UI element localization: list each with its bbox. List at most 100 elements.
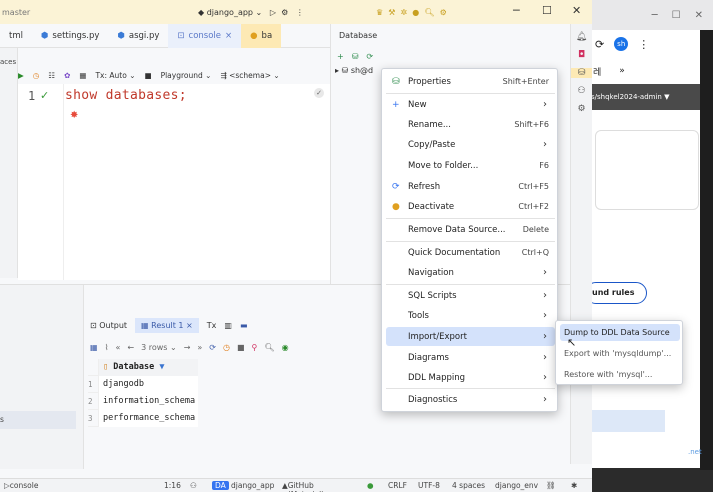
- menu-item-copy-paste[interactable]: Copy/Paste ›: [386, 135, 555, 154]
- services-icon[interactable]: ⚙: [571, 104, 592, 114]
- encoding[interactable]: UTF-8: [418, 481, 440, 490]
- refresh-icon[interactable]: ⟳: [366, 52, 373, 61]
- browser-close[interactable]: ✕: [695, 10, 703, 21]
- status-console[interactable]: ▷ console: [4, 481, 38, 490]
- ai-assistant-icon[interactable]: ⚇: [190, 481, 197, 490]
- line-ending[interactable]: CRLF: [388, 481, 407, 490]
- menu-item-diagrams[interactable]: Diagrams ›: [386, 348, 555, 367]
- table-cell[interactable]: djangodb: [98, 375, 198, 393]
- rules-button[interactable]: und rules: [585, 282, 647, 304]
- menu-item-deactivate[interactable]: ● Deactivate Ctrl+F2: [386, 197, 555, 216]
- table-mode-icon[interactable]: ▦: [90, 343, 98, 352]
- first-page-icon[interactable]: «: [115, 343, 120, 352]
- extension-icon[interactable]: ⟳: [595, 38, 604, 51]
- last-page-icon[interactable]: »: [197, 343, 202, 352]
- menu-dots-icon[interactable]: ⋮: [638, 38, 649, 51]
- ide-close[interactable]: ✕: [572, 4, 581, 17]
- table-cell[interactable]: performance_schema: [98, 409, 198, 427]
- cursor-position[interactable]: 1:16: [164, 481, 181, 490]
- pin-icon[interactable]: ⚲: [252, 343, 258, 352]
- schema-select[interactable]: ⇶ <schema> ⌄: [220, 71, 279, 80]
- notifications-icon[interactable]: 🔔︎: [571, 32, 592, 42]
- tab-console[interactable]: ⊡ console ×: [168, 23, 242, 48]
- toolbar-icons[interactable]: ♛ ⚒ ✲ ● 🔍︎ ⚙: [376, 8, 447, 17]
- tab-asgi[interactable]: ⬢ asgi.py: [108, 24, 168, 48]
- grid-view-icon[interactable]: ▬: [240, 321, 248, 330]
- browser-url-bar[interactable]: s/shqkel2024-admin ▼: [585, 84, 713, 110]
- ide-minimize[interactable]: ─: [513, 4, 520, 17]
- menu-item-quick-documentation[interactable]: Quick Documentation Ctrl+Q: [386, 243, 555, 262]
- menu-item-navigation[interactable]: Navigation ›: [386, 263, 555, 282]
- table-cell[interactable]: information_schema: [98, 392, 198, 410]
- next-page-icon[interactable]: →: [184, 343, 191, 352]
- menu-item-import-export[interactable]: Import/Export ›: [386, 327, 555, 346]
- tab-html[interactable]: tml: [0, 24, 32, 48]
- sql-editor[interactable]: 1 ✓ show databases; ✸ ✓: [18, 84, 330, 280]
- branch-name[interactable]: master: [2, 8, 30, 17]
- project-name[interactable]: django_app: [231, 481, 274, 490]
- ai-icon[interactable]: ◉: [282, 343, 289, 352]
- prev-page-icon[interactable]: ←: [127, 343, 134, 352]
- tx-mode-select[interactable]: Tx: Auto ⌄: [95, 71, 135, 80]
- filter-icon[interactable]: ▼: [159, 362, 164, 372]
- history-icon[interactable]: ◷: [223, 343, 230, 352]
- tab-output[interactable]: ⊡ Output: [90, 321, 127, 330]
- menu-item-diagnostics[interactable]: Diagnostics ›: [386, 390, 555, 409]
- tab-result-1[interactable]: ▦ Result 1 ×: [135, 317, 199, 333]
- bulb-icon[interactable]: ✸: [70, 110, 78, 121]
- layout-icon[interactable]: ▥: [224, 321, 232, 330]
- database-tool-icon[interactable]: ⛁: [571, 68, 592, 78]
- theme-indicator[interactable]: ▲ GitHub (Material): [282, 481, 324, 492]
- menu-item-refresh[interactable]: ⟳ Refresh Ctrl+F5: [386, 177, 555, 196]
- table-row[interactable]: 2 information_schema: [88, 392, 198, 410]
- table-row[interactable]: 3 performance_schema: [88, 409, 198, 427]
- browser-minimize[interactable]: ─: [652, 10, 658, 21]
- menu-item-ddl-mapping[interactable]: DDL Mapping ›: [386, 368, 555, 387]
- indent-setting[interactable]: 4 spaces: [452, 481, 485, 490]
- bookmarks-overflow[interactable]: »: [619, 66, 625, 76]
- menu-item-new[interactable]: + New ›: [386, 95, 555, 114]
- datasource-icon[interactable]: ⛁: [352, 52, 359, 61]
- menu-item-tools[interactable]: Tools ›: [386, 306, 555, 325]
- run-config[interactable]: ◆ django_app ⌄ ▷ ⚙ ⋮: [198, 8, 304, 17]
- python-env[interactable]: django_env: [495, 481, 538, 490]
- close-tab-icon[interactable]: ×: [225, 31, 232, 41]
- browser-maximize[interactable]: ☐: [672, 10, 681, 21]
- notification-icon[interactable]: ✱: [571, 481, 577, 490]
- plugin-icon[interactable]: ◘: [571, 50, 592, 60]
- reload-icon[interactable]: ⟳: [209, 343, 216, 352]
- menu-item-properties[interactable]: ⛁ Properties Shift+Enter: [386, 72, 555, 91]
- bookmark-item[interactable]: 레: [593, 65, 601, 78]
- profile-avatar[interactable]: sh: [614, 37, 629, 51]
- add-icon[interactable]: +: [337, 52, 344, 61]
- tab-tx[interactable]: Tx: [207, 321, 217, 330]
- inspection-ok-icon[interactable]: ✓: [314, 88, 324, 98]
- menu-item-move-to-folder[interactable]: Move to Folder... F6: [386, 156, 555, 175]
- ai-icon[interactable]: ⚇: [571, 86, 592, 96]
- run-icon[interactable]: ▶: [18, 71, 24, 80]
- menu-item-remove-data-source[interactable]: Remove Data Source... Delete: [386, 220, 555, 239]
- lock-icon[interactable]: ⛓: [546, 481, 556, 490]
- selected-service[interactable]: [0, 411, 76, 429]
- sql-code[interactable]: show databases;: [65, 88, 187, 103]
- ide-maximize[interactable]: ☐: [542, 4, 552, 17]
- playground-select[interactable]: Playground ⌄: [161, 71, 212, 80]
- search-icon[interactable]: 🔍︎: [264, 343, 274, 352]
- table-icon[interactable]: ▦: [79, 71, 86, 80]
- chart-icon[interactable]: ⌇: [105, 343, 109, 352]
- settings-icon[interactable]: ✿: [64, 71, 70, 80]
- stop-icon[interactable]: ■: [144, 71, 151, 80]
- submenu-item-dump-ddl[interactable]: Dump to DDL Data Source: [560, 324, 680, 341]
- table-row[interactable]: 1 djangodb: [88, 375, 198, 393]
- tab-ba[interactable]: ● ba: [241, 23, 282, 48]
- rows-count[interactable]: 3 rows ⌄: [141, 343, 177, 352]
- menu-item-sql-scripts[interactable]: SQL Scripts ›: [386, 286, 555, 305]
- tree-node-sh[interactable]: ▸ ⛁ sh@d: [335, 66, 373, 75]
- side-link[interactable]: .net: [688, 448, 702, 456]
- submenu-item-restore-mysql[interactable]: Restore with 'mysql'...: [560, 366, 680, 383]
- menu-item-rename[interactable]: Rename... Shift+F6: [386, 115, 555, 134]
- stop-icon[interactable]: ■: [237, 343, 245, 352]
- grid-icon[interactable]: ☷: [48, 71, 55, 80]
- tab-settings[interactable]: ⬢ settings.py: [32, 24, 108, 48]
- history-icon[interactable]: ◷: [33, 71, 40, 80]
